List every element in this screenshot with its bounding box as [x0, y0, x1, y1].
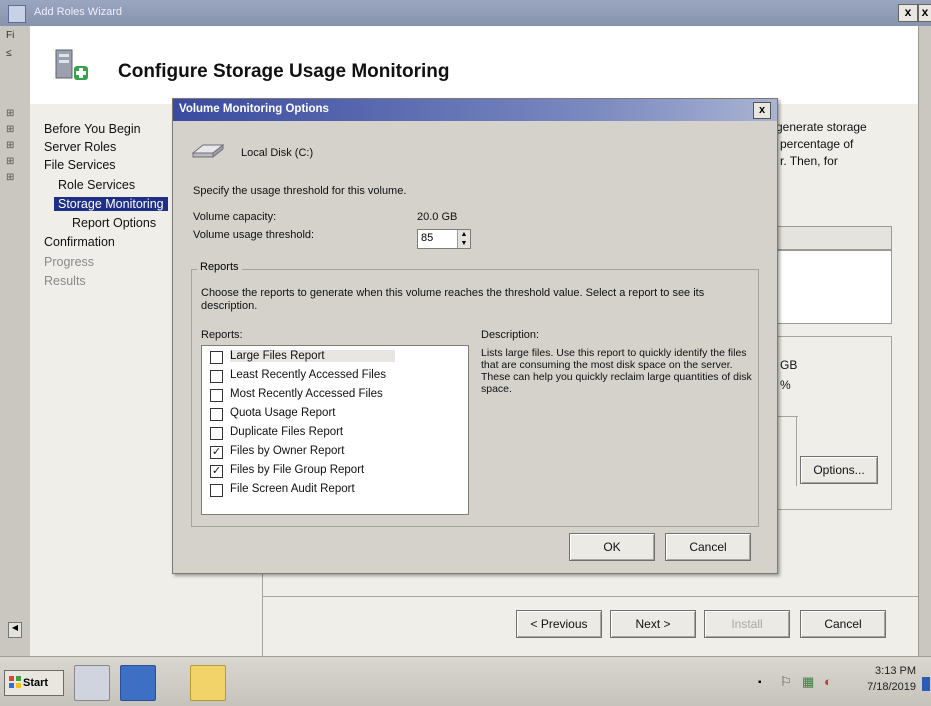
- nav-storage-monitoring[interactable]: Storage Monitoring: [54, 197, 168, 211]
- specify-text: Specify the usage threshold for this vol…: [193, 185, 407, 197]
- tray-time[interactable]: 3:13 PM: [860, 665, 916, 677]
- bg-gb-text: GB: [780, 358, 798, 372]
- show-desktop-button[interactable]: [922, 677, 930, 691]
- nav-server-roles[interactable]: Server Roles: [44, 140, 116, 154]
- tray-overflow-icon[interactable]: ▪: [758, 677, 762, 688]
- choose-reports-text: Choose the reports to generate when this…: [201, 287, 705, 312]
- tree-expand-icon[interactable]: ⊞: [6, 172, 14, 183]
- previous-button[interactable]: < Previous: [516, 610, 602, 638]
- report-label: Files by File Group Report: [230, 464, 365, 476]
- start-label: Start: [23, 677, 49, 689]
- dialog-ok-button[interactable]: OK: [569, 533, 655, 561]
- network-icon[interactable]: ▦: [802, 674, 814, 690]
- scroll-left-arrow-icon[interactable]: ◀: [8, 622, 22, 638]
- capacity-label: Volume capacity:: [193, 211, 277, 223]
- report-label: Files by Owner Report: [230, 445, 345, 457]
- report-checkbox[interactable]: [210, 389, 223, 402]
- report-label: Large Files Report: [230, 350, 395, 362]
- volume-icon[interactable]: ◐: [824, 674, 832, 689]
- background-mmc-strip: Fi ≤ ◀: [0, 26, 31, 656]
- taskbar: Start ▪ ⚐ ▦ ◐ 3:13 PM 7/18/2019: [0, 656, 931, 706]
- nav-results: Results: [44, 274, 86, 288]
- powershell-icon[interactable]: [120, 665, 156, 701]
- report-label: File Screen Audit Report: [230, 483, 355, 495]
- tree-expand-icon[interactable]: ⊞: [6, 156, 14, 167]
- spinner-arrows-icon[interactable]: ▲ ▼: [457, 230, 470, 248]
- bg-volume-list[interactable]: [776, 250, 892, 324]
- nav-divider: [262, 570, 263, 656]
- report-checkbox[interactable]: [210, 408, 223, 421]
- threshold-label: Volume usage threshold:: [193, 229, 315, 241]
- dialog-close-button[interactable]: x: [753, 102, 771, 119]
- mmc-nav-glyph: ≤: [6, 48, 12, 59]
- dialog-titlebar: Volume Monitoring Options x: [173, 99, 777, 121]
- nav-report-options[interactable]: Report Options: [72, 216, 156, 230]
- report-checkbox[interactable]: [210, 484, 223, 497]
- bg-intro-line-2: percentage of: [780, 137, 854, 151]
- threshold-value[interactable]: 85: [421, 232, 433, 244]
- footer-separator: [263, 596, 918, 597]
- threshold-spinner[interactable]: 85 ▲ ▼: [417, 229, 471, 249]
- report-description: Lists large files. Use this report to qu…: [481, 347, 752, 395]
- report-checkbox[interactable]: [210, 427, 223, 440]
- dialog-cancel-button[interactable]: Cancel: [665, 533, 751, 561]
- report-checkbox[interactable]: [210, 351, 223, 364]
- right-scrollbar[interactable]: [918, 26, 931, 656]
- report-label: Least Recently Accessed Files: [230, 369, 386, 381]
- report-label: Duplicate Files Report: [230, 426, 344, 438]
- bg-divider-vertical: [796, 416, 797, 486]
- nav-before-you-begin[interactable]: Before You Begin: [44, 122, 141, 136]
- description-label: Description:: [481, 329, 540, 341]
- install-button: Install: [704, 610, 790, 638]
- bg-percent-text: %: [780, 378, 791, 392]
- capacity-value: 20.0 GB: [417, 211, 458, 223]
- tree-expand-icon[interactable]: ⊞: [6, 124, 14, 135]
- tree-expand-icon[interactable]: ⊞: [6, 140, 14, 151]
- reports-group-title: Reports: [197, 261, 242, 273]
- flag-icon[interactable]: ⚐: [780, 674, 792, 690]
- wizard-app-icon: [8, 5, 26, 23]
- next-button[interactable]: Next >: [610, 610, 696, 638]
- local-disk-icon: [191, 143, 225, 159]
- dialog-title: Volume Monitoring Options: [179, 103, 329, 115]
- page-title: Configure Storage Usage Monitoring: [118, 61, 450, 82]
- server-manager-icon[interactable]: [74, 665, 110, 701]
- options-button[interactable]: Options...: [800, 456, 878, 484]
- wizard-close-button[interactable]: x: [898, 4, 918, 22]
- nav-file-services[interactable]: File Services: [44, 158, 116, 172]
- reports-listbox[interactable]: Large Files Report Least Recently Access…: [201, 345, 469, 515]
- wizard-title: Add Roles Wizard: [34, 6, 123, 18]
- report-checkbox[interactable]: ✓: [210, 446, 223, 459]
- windows-logo-icon: [9, 676, 21, 688]
- bg-volume-list-header: [776, 226, 892, 250]
- wizard-header: Configure Storage Usage Monitoring: [30, 26, 918, 105]
- report-label: Quota Usage Report: [230, 407, 336, 419]
- mmc-close-button[interactable]: x: [918, 4, 931, 22]
- wizard-cancel-button[interactable]: Cancel: [800, 610, 886, 638]
- wizard-titlebar: Add Roles Wizard x x: [0, 0, 931, 26]
- tray-date[interactable]: 7/18/2019: [850, 681, 916, 693]
- nav-role-services[interactable]: Role Services: [58, 178, 135, 192]
- disk-label: Local Disk (C:): [241, 147, 314, 159]
- storage-server-icon: [55, 49, 88, 80]
- volume-monitoring-dialog: Volume Monitoring Options x Local Disk (…: [172, 98, 778, 574]
- bg-intro-line-1: generate storage: [776, 120, 867, 134]
- report-label: Most Recently Accessed Files: [230, 388, 383, 400]
- explorer-folder-icon[interactable]: [190, 665, 226, 701]
- bg-intro-line-3: r. Then, for: [780, 154, 838, 168]
- tree-expand-icon[interactable]: ⊞: [6, 108, 14, 119]
- nav-progress: Progress: [44, 255, 95, 269]
- bg-divider: [776, 416, 798, 417]
- report-checkbox[interactable]: ✓: [210, 465, 223, 478]
- nav-confirmation[interactable]: Confirmation: [44, 235, 115, 249]
- mmc-menu-text: Fi: [6, 30, 15, 41]
- reports-list-label: Reports:: [201, 329, 243, 341]
- report-checkbox[interactable]: [210, 370, 223, 383]
